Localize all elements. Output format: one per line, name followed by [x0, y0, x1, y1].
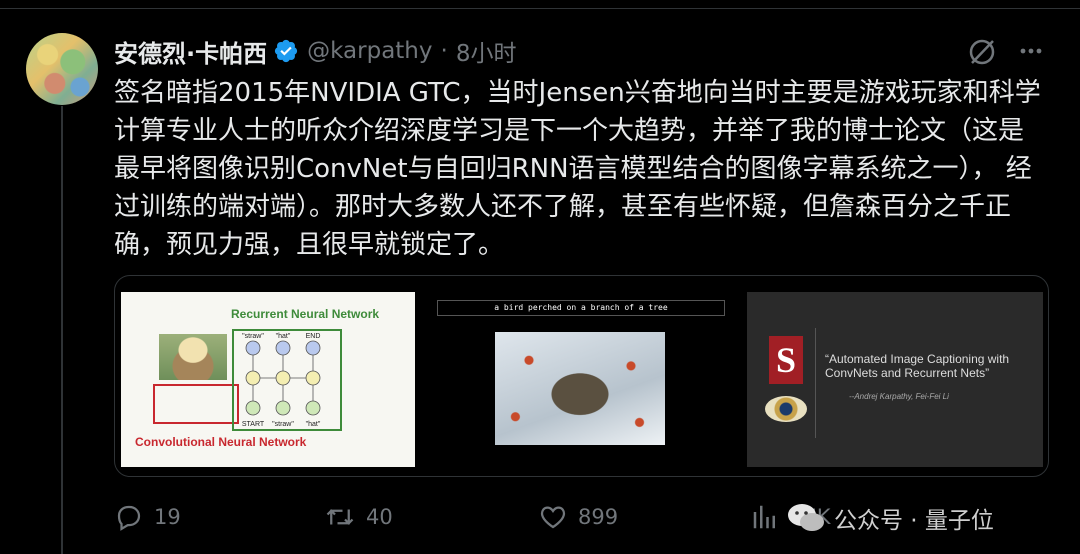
watermark-text: 公众号 · 量子位 — [834, 508, 994, 534]
cnn-title: Convolutional Neural Network — [135, 435, 307, 449]
handle[interactable]: @karpathy — [307, 38, 432, 64]
heart-icon — [540, 506, 566, 529]
more-options-icon[interactable] — [1016, 36, 1046, 66]
rnn-input-word: "straw" — [272, 421, 294, 428]
eye-logo-icon — [765, 396, 807, 422]
rnn-title: Recurrent Neural Network — [231, 307, 380, 321]
rnn-output-word: END — [306, 333, 321, 340]
stanford-logo-icon: S — [769, 336, 803, 384]
reply-button[interactable]: 19 — [114, 497, 181, 537]
rnn-graph: "straw" "hat" END START "straw" "hat" — [232, 329, 342, 431]
image-caption: a bird perched on a branch of a tree — [437, 300, 725, 316]
straw-hat-photo — [159, 334, 227, 380]
slide-divider — [815, 328, 816, 438]
grok-icon[interactable] — [966, 36, 998, 68]
display-name[interactable]: 安德烈·卡帕西 — [114, 34, 267, 69]
thread-line — [61, 106, 63, 554]
rnn-cnn-diagram-image[interactable]: Recurrent Neural Network "straw" "hat" END… — [121, 292, 415, 467]
media-card[interactable]: Recurrent Neural Network "straw" "hat" END… — [114, 275, 1049, 477]
retweet-button[interactable]: 40 — [324, 497, 393, 537]
avatar[interactable] — [26, 33, 98, 105]
retweet-count: 40 — [366, 505, 393, 529]
verified-badge-icon — [275, 39, 298, 63]
views-icon — [753, 505, 775, 529]
bird-photo — [495, 332, 665, 445]
rnn-input-word: START — [242, 421, 265, 428]
reply-icon — [117, 505, 141, 531]
slide-title: “Automated Image Captioning with ConvNet… — [825, 352, 1010, 380]
like-count: 899 — [578, 505, 619, 529]
watermark: 公众号 · 量子位 — [786, 500, 994, 536]
tweet-text: 签名暗指2015年NVIDIA GTC，当时Jensen兴奋地向当时主要是游戏玩… — [114, 78, 1041, 260]
rnn-input-word: "hat" — [306, 421, 321, 428]
rnn-output-word: "straw" — [242, 333, 264, 340]
separator-dot: · — [440, 38, 448, 64]
top-divider — [0, 8, 1080, 9]
retweet-icon — [326, 509, 354, 525]
wechat-icon — [788, 504, 824, 531]
timestamp[interactable]: 8小时 — [456, 34, 517, 68]
cnn-box — [153, 384, 239, 424]
rnn-output-word: "hat" — [276, 333, 291, 340]
thesis-slide-image[interactable]: S “Automated Image Captioning with ConvN… — [747, 292, 1043, 467]
tweet-header: 安德烈·卡帕西 @karpathy · 8小时 — [114, 34, 516, 68]
bird-caption-image[interactable]: a bird perched on a branch of a tree — [437, 292, 727, 467]
reply-count: 19 — [154, 505, 181, 529]
slide-author: --Andrej Karpathy, Fei-Fei Li — [849, 392, 949, 401]
like-button[interactable]: 899 — [538, 497, 618, 537]
